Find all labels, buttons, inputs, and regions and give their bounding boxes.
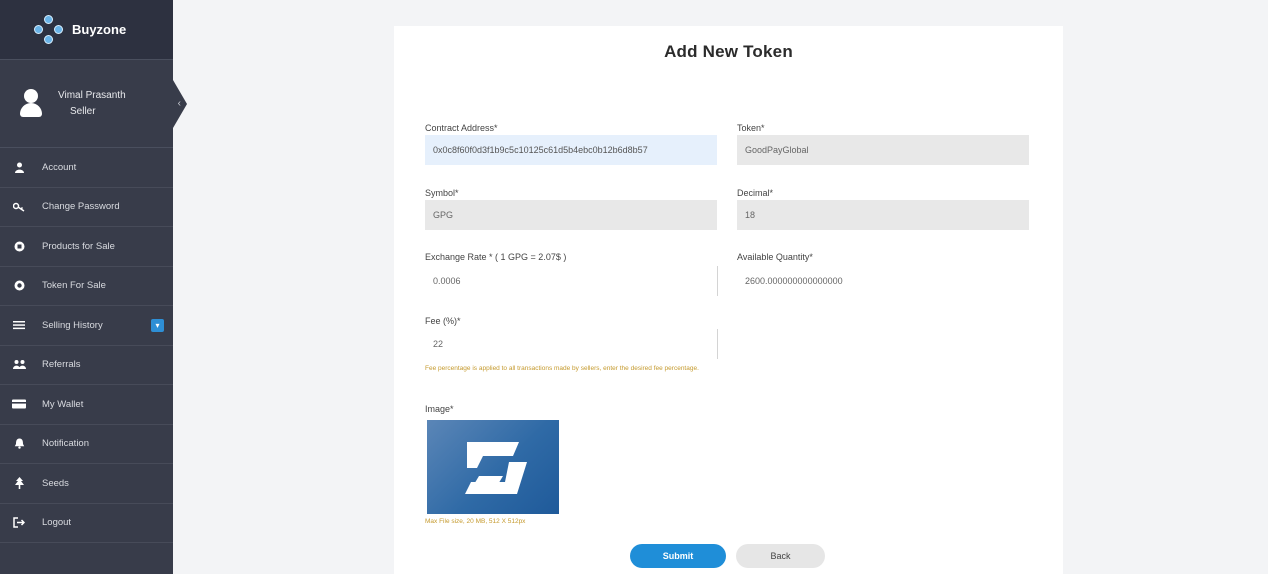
sidebar-item-products-for-sale[interactable]: Products for Sale <box>0 227 173 267</box>
exchange-rate-label: Exchange Rate * ( 1 GPG = 2.07$ ) <box>425 252 567 262</box>
sidebar: Buyzone Vimal Prasanth Seller ‹ Account … <box>0 0 187 574</box>
logout-icon <box>12 516 26 530</box>
token-label: Token* <box>737 123 765 133</box>
sidebar-item-logout[interactable]: Logout <box>0 504 173 543</box>
bell-icon <box>12 437 26 451</box>
sidebar-item-label: Products for Sale <box>42 240 115 252</box>
available-quantity-value: 2600.000000000000000 <box>737 266 1029 296</box>
sidebar-item-selling-history[interactable]: Selling History ▾ <box>0 306 173 346</box>
sidebar-item-referrals[interactable]: Referrals <box>0 346 173 385</box>
decimal-label: Decimal* <box>737 188 774 198</box>
symbol-input[interactable]: GPG <box>425 200 717 230</box>
fee-label: Fee (%)* <box>425 316 461 326</box>
submit-button[interactable]: Submit <box>630 544 726 568</box>
contract-address-label: Contract Address* <box>425 123 498 133</box>
product-icon <box>12 239 26 253</box>
profile-name: Vimal Prasanth <box>58 89 126 101</box>
sidebar-item-notification[interactable]: Notification <box>0 425 173 464</box>
sidebar-item-change-password[interactable]: Change Password <box>0 188 173 227</box>
fee-input[interactable]: 22 <box>425 329 718 359</box>
back-button[interactable]: Back <box>736 544 825 568</box>
chevron-left-icon[interactable]: ‹ <box>178 98 181 109</box>
symbol-label: Symbol* <box>425 188 459 198</box>
seeds-icon <box>12 476 26 490</box>
key-icon <box>12 200 26 214</box>
buyzone-logo-icon <box>34 14 64 45</box>
sidebar-item-label: Selling History <box>42 319 103 331</box>
profile-role: Seller <box>70 105 96 117</box>
token-logo-icon <box>465 442 527 494</box>
sidebar-item-token-for-sale[interactable]: Token For Sale <box>0 267 173 306</box>
avatar <box>20 88 42 119</box>
token-input[interactable]: GoodPayGlobal <box>737 135 1029 165</box>
image-caption: Max File size, 20 MB, 512 X 512px <box>425 518 526 525</box>
decimal-input[interactable]: 18 <box>737 200 1029 230</box>
exchange-rate-input[interactable]: 0.0006 <box>425 266 718 296</box>
wallet-icon <box>12 397 26 411</box>
profile: Vimal Prasanth Seller ‹ <box>0 60 187 148</box>
sidebar-item-label: My Wallet <box>42 398 84 410</box>
add-token-card: Add New Token Contract Address* 0x0c8f60… <box>394 26 1063 574</box>
sidebar-item-label: Referrals <box>42 359 81 371</box>
referrals-icon <box>12 358 26 372</box>
contract-address-input[interactable]: 0x0c8f60f0d3f1b9c5c10125c61d5b4ebc0b12b6… <box>425 135 717 165</box>
image-label: Image* <box>425 404 454 414</box>
brand-name: Buyzone <box>72 22 127 37</box>
sidebar-item-my-wallet[interactable]: My Wallet <box>0 385 173 425</box>
user-icon <box>12 160 26 174</box>
sidebar-item-label: Token For Sale <box>42 280 106 292</box>
token-icon <box>12 279 26 293</box>
sidebar-item-account[interactable]: Account <box>0 148 173 188</box>
token-image-preview[interactable] <box>427 420 559 514</box>
fee-hint: Fee percentage is applied to all transac… <box>425 365 699 372</box>
sidebar-item-seeds[interactable]: Seeds <box>0 464 173 504</box>
sidebar-item-label: Logout <box>42 517 72 529</box>
list-icon <box>12 318 26 332</box>
sidebar-item-label: Change Password <box>42 201 120 213</box>
sidebar-item-label: Seeds <box>42 477 69 489</box>
sidebar-item-label: Account <box>42 161 77 173</box>
available-quantity-label: Available Quantity* <box>737 252 813 262</box>
chevron-down-icon[interactable]: ▾ <box>151 319 164 332</box>
page-title: Add New Token <box>664 42 793 61</box>
sidebar-item-label: Notification <box>42 438 89 450</box>
brand[interactable]: Buyzone <box>0 0 173 60</box>
